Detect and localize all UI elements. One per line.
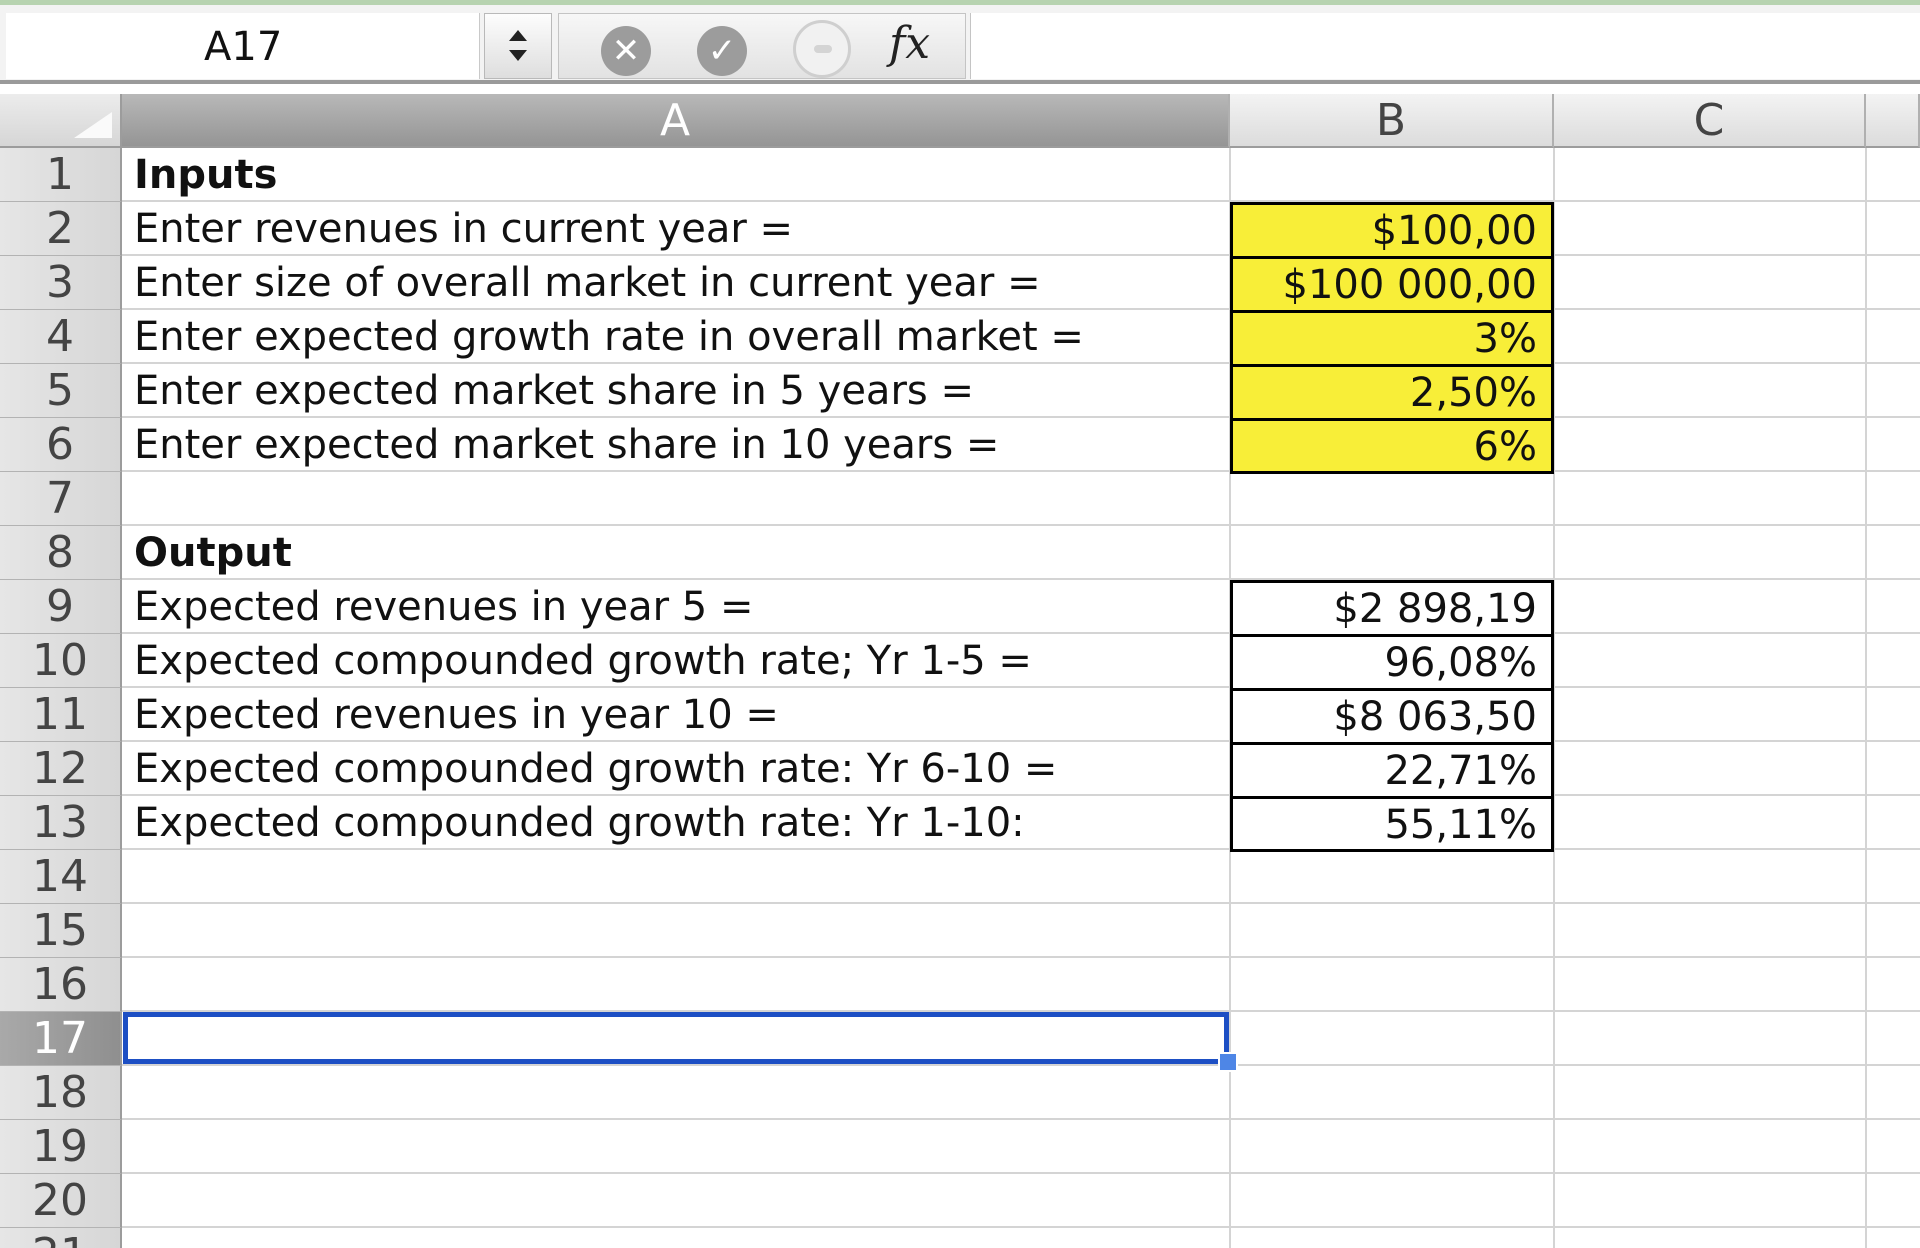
row-header-11[interactable]: 11 xyxy=(0,688,122,742)
formula-bar: A17 ✕ ✓ fx xyxy=(0,0,1920,84)
confirm-button[interactable]: ✓ xyxy=(697,26,747,76)
selected-cell-a17[interactable] xyxy=(123,1012,1229,1064)
row-header-14[interactable]: 14 xyxy=(0,850,122,904)
row-header-16[interactable]: 16 xyxy=(0,958,122,1012)
input-value-cell[interactable]: 2,50% xyxy=(1230,364,1554,418)
checkmark-icon: ✓ xyxy=(707,31,737,71)
row-header-9[interactable]: 9 xyxy=(0,580,122,634)
row-header-13[interactable]: 13 xyxy=(0,796,122,850)
sheet-grid: A B C 123456789101112131415161718192021I… xyxy=(0,86,1920,1248)
spreadsheet-app: A17 ✕ ✓ fx A B C 1 2 3 4 5 6 7 8 9 10 11 12 13 14 15 16… xyxy=(0,0,1920,1248)
insert-function-button[interactable]: fx xyxy=(889,16,930,72)
row-gridline xyxy=(122,1064,1920,1066)
row-header-21[interactable]: 21 xyxy=(0,1228,122,1248)
output-value-cell[interactable]: $2 898,19 xyxy=(1230,580,1554,634)
input-value-cell[interactable]: $100,00 xyxy=(1230,202,1554,256)
column-header-next[interactable] xyxy=(1866,94,1920,148)
output-value-cell[interactable]: 55,11% xyxy=(1230,796,1554,852)
output-value-cell[interactable]: 22,71% xyxy=(1230,742,1554,796)
row-header-19[interactable]: 19 xyxy=(0,1120,122,1174)
row-gridline xyxy=(122,1226,1920,1228)
row-header-18[interactable]: 18 xyxy=(0,1066,122,1120)
row-gridline xyxy=(122,1118,1920,1120)
corner-triangle-icon xyxy=(74,112,112,138)
name-box-value: A17 xyxy=(204,24,283,70)
input-value-cell[interactable]: $100 000,00 xyxy=(1230,256,1554,310)
column-header-b[interactable]: B xyxy=(1230,94,1554,148)
chevron-up-icon xyxy=(509,30,527,41)
formula-tools: ✕ ✓ fx xyxy=(558,13,966,79)
select-all-corner[interactable] xyxy=(0,94,122,148)
output-value-cell[interactable]: 96,08% xyxy=(1230,634,1554,688)
row-header-1[interactable]: 1 xyxy=(0,148,122,202)
inputs-heading[interactable]: Inputs xyxy=(134,148,277,202)
name-box[interactable]: A17 xyxy=(6,13,480,79)
input-value-cell[interactable]: 3% xyxy=(1230,310,1554,364)
column-header-c[interactable]: C xyxy=(1554,94,1866,148)
row-header-12[interactable]: 12 xyxy=(0,742,122,796)
row-header-6[interactable]: 6 xyxy=(0,418,122,472)
cancel-button[interactable]: ✕ xyxy=(601,26,651,76)
column-gridline xyxy=(1865,148,1867,1248)
fill-handle[interactable] xyxy=(1218,1052,1238,1072)
output-label-cell[interactable]: Expected revenues in year 10 = xyxy=(134,688,779,742)
input-label-cell[interactable]: Enter expected growth rate in overall ma… xyxy=(134,310,1084,364)
output-label-cell[interactable]: Expected revenues in year 5 = xyxy=(134,580,753,634)
row-header-17[interactable]: 17 xyxy=(0,1012,122,1066)
output-value-cell[interactable]: $8 063,50 xyxy=(1230,688,1554,742)
close-icon: ✕ xyxy=(611,31,641,71)
row-gridline xyxy=(122,902,1920,904)
row-header-3[interactable]: 3 xyxy=(0,256,122,310)
chevron-down-icon xyxy=(509,50,527,61)
input-label-cell[interactable]: Enter size of overall market in current … xyxy=(134,256,1041,310)
row-header-8[interactable]: 8 xyxy=(0,526,122,580)
row-header-2[interactable]: 2 xyxy=(0,202,122,256)
output-heading[interactable]: Output xyxy=(134,526,292,580)
row-gridline xyxy=(122,1172,1920,1174)
row-header-20[interactable]: 20 xyxy=(0,1174,122,1228)
row-header-10[interactable]: 10 xyxy=(0,634,122,688)
column-header-a[interactable]: A xyxy=(122,94,1230,148)
row-header-4[interactable]: 4 xyxy=(0,310,122,364)
output-label-cell[interactable]: Expected compounded growth rate: Yr 6-10… xyxy=(134,742,1057,796)
row-header-5[interactable]: 5 xyxy=(0,364,122,418)
output-label-cell[interactable]: Expected compounded growth rate; Yr 1-5 … xyxy=(134,634,1032,688)
input-label-cell[interactable]: Enter expected market share in 5 years = xyxy=(134,364,974,418)
dash-icon xyxy=(814,45,832,53)
output-label-cell[interactable]: Expected compounded growth rate: Yr 1-10… xyxy=(134,796,1025,850)
input-value-cell[interactable]: 6% xyxy=(1230,418,1554,474)
row-gridline xyxy=(122,524,1920,526)
name-box-stepper[interactable] xyxy=(484,13,552,79)
row-gridline xyxy=(122,956,1920,958)
format-button[interactable] xyxy=(793,20,851,78)
input-label-cell[interactable]: Enter expected market share in 10 years … xyxy=(134,418,999,472)
formula-input[interactable] xyxy=(970,13,1920,79)
input-label-cell[interactable]: Enter revenues in current year = xyxy=(134,202,793,256)
row-header-7[interactable]: 7 xyxy=(0,472,122,526)
row-header-15[interactable]: 15 xyxy=(0,904,122,958)
